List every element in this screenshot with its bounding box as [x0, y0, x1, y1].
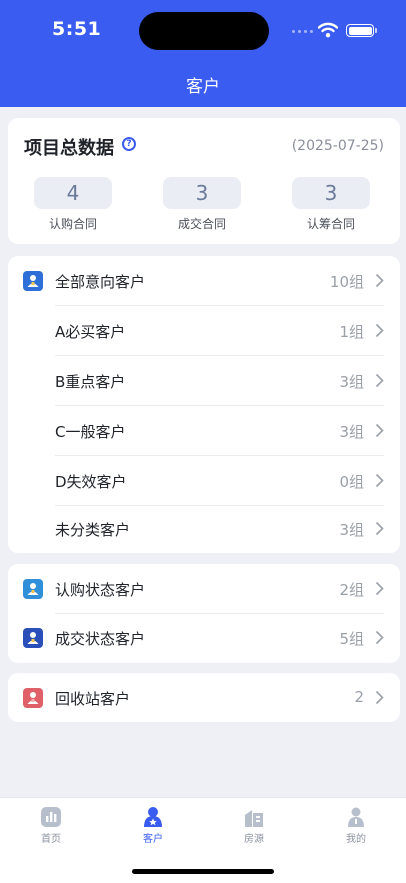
row-recycle-bin-customers[interactable]: 回收站客户 2: [8, 673, 400, 723]
customer-icon: [23, 628, 43, 648]
chevron-right-icon: [375, 473, 384, 488]
row-all-intent-customers[interactable]: 全部意向客户 10组: [8, 256, 400, 306]
tab-label: 客户: [143, 834, 163, 845]
stat-deal-contracts[interactable]: 3 成交合同: [163, 177, 241, 232]
row-subscription-status-customers[interactable]: 认购状态客户 2组: [8, 564, 400, 614]
row-label: A必买客户: [55, 323, 126, 341]
stat-value: 4: [34, 177, 112, 209]
row-label: B重点客户: [55, 373, 126, 391]
tab-label: 我的: [346, 834, 366, 845]
chevron-right-icon: [375, 323, 384, 338]
stat-value: 3: [163, 177, 241, 209]
tab-label: 房源: [244, 834, 264, 845]
row-label: 认购状态客户: [55, 581, 146, 599]
stat-subscription-contracts[interactable]: 4 认购合同: [34, 177, 112, 232]
row-count: 3组: [339, 373, 364, 391]
row-count: 10组: [329, 273, 364, 291]
stat-value: 3: [292, 177, 370, 209]
row-count: 0组: [339, 473, 364, 491]
row-label: C一般客户: [55, 423, 126, 441]
status-time: 5:51: [52, 18, 102, 40]
recycle-bin-card: 回收站客户 2: [8, 673, 400, 722]
row-count: 2: [354, 688, 364, 706]
tab-label: 首页: [41, 834, 61, 845]
stats-title: 项目总数据: [24, 138, 114, 159]
row-count: 1组: [339, 323, 364, 341]
stat-label: 成交合同: [177, 217, 226, 231]
row-count: 3组: [339, 521, 364, 539]
page-title: 客户: [186, 77, 220, 97]
building-icon: [245, 810, 263, 827]
customer-icon: [144, 807, 162, 827]
stat-reservation-contracts[interactable]: 3 认筹合同: [292, 177, 370, 232]
chevron-right-icon: [375, 273, 384, 288]
stat-label: 认筹合同: [306, 217, 355, 231]
row-count: 3组: [339, 423, 364, 441]
tab-mine[interactable]: 我的: [331, 807, 381, 845]
battery-icon: [346, 24, 377, 37]
row-c-customers[interactable]: C一般客户 3组: [8, 406, 400, 456]
stat-label: 认购合同: [48, 217, 97, 231]
customer-icon: [23, 271, 43, 291]
chevron-right-icon: [375, 630, 384, 645]
home-indicator: [132, 869, 274, 874]
stats-date: (2025-07-25): [291, 138, 384, 154]
row-count: 5组: [339, 630, 364, 648]
row-label: 成交状态客户: [55, 630, 146, 648]
wifi-icon: [318, 22, 338, 38]
header-bar: 5:51 客户: [0, 0, 406, 107]
row-label: 回收站客户: [55, 690, 131, 708]
tab-customers[interactable]: 客户: [128, 807, 178, 845]
intent-customers-card: 全部意向客户 10组 A必买客户 1组 B重点客户 3组 C一般客户 3组 D失…: [8, 256, 400, 553]
row-count: 2组: [339, 581, 364, 599]
row-label: 全部意向客户: [55, 273, 146, 291]
chevron-right-icon: [375, 581, 384, 596]
project-stats-card: 项目总数据 ? (2025-07-25) 4 认购合同 3 成交合同 3 认筹合…: [8, 118, 400, 244]
chevron-right-icon: [375, 423, 384, 438]
person-icon: [348, 807, 364, 827]
tab-listings[interactable]: 房源: [229, 807, 279, 845]
row-d-customers[interactable]: D失效客户 0组: [8, 456, 400, 506]
status-customers-card: 认购状态客户 2组 成交状态客户 5组: [8, 564, 400, 663]
dynamic-island: [139, 12, 269, 50]
chevron-right-icon: [375, 373, 384, 388]
chevron-right-icon: [375, 521, 384, 536]
tab-home[interactable]: 首页: [26, 807, 76, 845]
customer-icon: [23, 579, 43, 599]
row-a-customers[interactable]: A必买客户 1组: [8, 306, 400, 356]
row-deal-status-customers[interactable]: 成交状态客户 5组: [8, 613, 400, 663]
row-label: 未分类客户: [55, 521, 131, 539]
row-b-customers[interactable]: B重点客户 3组: [8, 356, 400, 406]
row-label: D失效客户: [55, 473, 127, 491]
chart-icon: [41, 807, 61, 827]
chevron-right-icon: [375, 690, 384, 705]
signal-dots-icon: [292, 30, 313, 33]
customer-icon: [23, 688, 43, 708]
row-unclassified-customers[interactable]: 未分类客户 3组: [8, 504, 400, 554]
help-icon[interactable]: ?: [122, 137, 136, 151]
